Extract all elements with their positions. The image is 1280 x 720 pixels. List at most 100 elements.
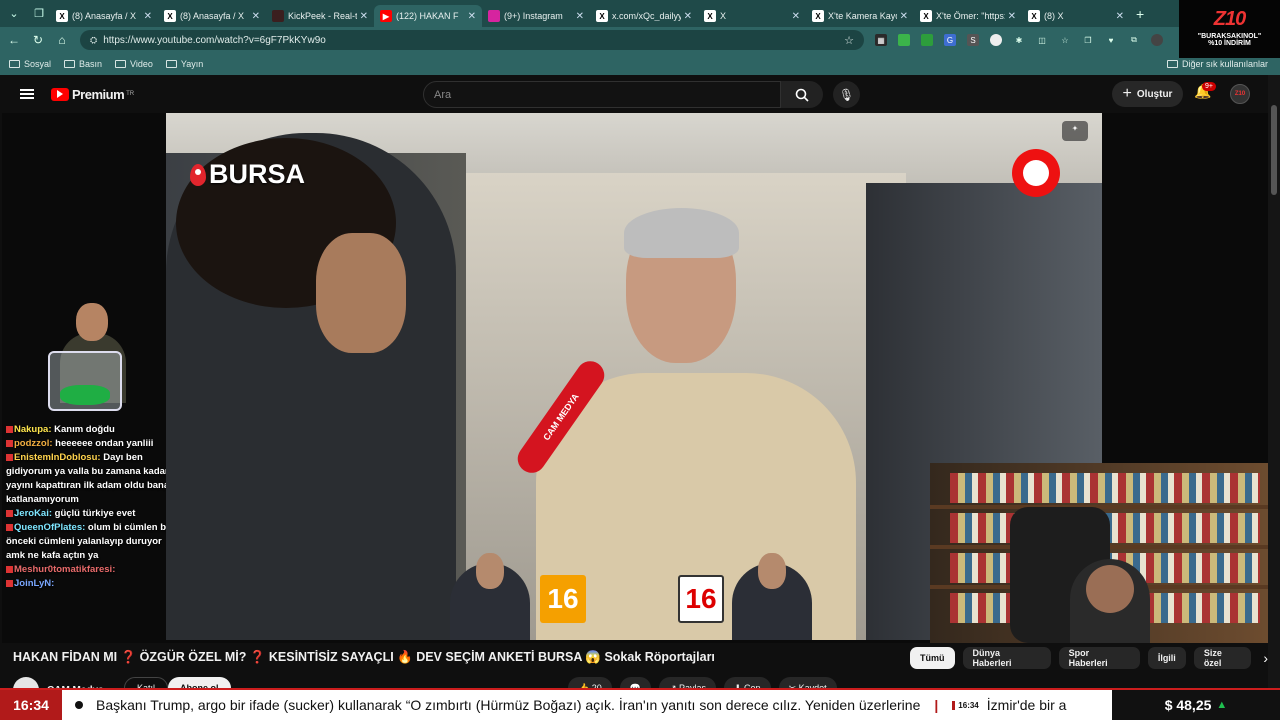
- vote-counter-left: 16: [540, 575, 586, 623]
- account-avatar[interactable]: Z10: [1230, 84, 1250, 104]
- url-field[interactable]: ⛭ https://www.youtube.com/watch?v=6gF7Pk…: [80, 30, 864, 50]
- folder-icon: [1166, 60, 1178, 68]
- ticker-text: Başkanı Trump, argo bir ifade (sucker) k…: [96, 697, 1112, 713]
- voice-search-button[interactable]: 🎙: [833, 81, 860, 108]
- extension-2-icon[interactable]: [898, 34, 910, 46]
- split-view-icon[interactable]: ◫: [1036, 34, 1048, 46]
- tab-title: (122) HAKAN F: [396, 11, 459, 21]
- browser-tab[interactable]: KickPeek - Real-tim✕: [266, 5, 374, 27]
- tab-title: KickPeek - Real-tim: [288, 11, 357, 21]
- browser-tab[interactable]: X X'te Ömer: "https://✕: [914, 5, 1022, 27]
- filter-chip[interactable]: Tümü: [910, 647, 955, 669]
- kickpeek-icon: [272, 10, 284, 22]
- close-tab-icon[interactable]: ✕: [252, 11, 260, 22]
- create-button[interactable]: + Oluştur: [1112, 81, 1183, 107]
- bookmark-folder-basin[interactable]: Basın: [64, 59, 102, 69]
- bookmark-label: Basın: [79, 59, 103, 69]
- region-code: TR: [126, 91, 135, 97]
- instagram-icon: [488, 10, 500, 22]
- location-label: BURSA: [190, 159, 305, 190]
- extension-4-icon[interactable]: G: [944, 34, 956, 46]
- page-scrollbar[interactable]: [1268, 75, 1280, 688]
- reload-icon[interactable]: ↻: [28, 33, 48, 47]
- filter-chip[interactable]: İlgili: [1147, 647, 1186, 669]
- close-tab-icon[interactable]: ✕: [792, 11, 800, 22]
- promo-code: "BURAKSAKINOL": [1197, 33, 1262, 40]
- hamburger-menu-icon[interactable]: [20, 87, 34, 101]
- chat-username: JoinLyN:: [14, 578, 55, 589]
- copilot-icon[interactable]: ♥: [1105, 34, 1117, 46]
- new-tab-button[interactable]: +: [1136, 6, 1144, 22]
- extensions-puzzle-icon[interactable]: ✱: [1013, 34, 1025, 46]
- chat-badge-icon: [6, 509, 13, 517]
- chat-badge-icon: [6, 523, 13, 531]
- x-logo-icon: X: [704, 10, 716, 22]
- favorites-icon[interactable]: ☆: [1059, 34, 1071, 46]
- address-bar-row: ← ↻ ⌂ ⛭ https://www.youtube.com/watch?v=…: [0, 27, 1280, 53]
- chat-username: QueenOfPlates:: [14, 522, 86, 533]
- close-tab-icon[interactable]: ✕: [144, 11, 152, 22]
- usd-price: $ 48,25: [1164, 697, 1212, 713]
- chat-text: Kanım doğdu: [54, 424, 115, 435]
- site-info-icon[interactable]: ⛭: [90, 35, 97, 46]
- extension-1-icon[interactable]: ▦: [875, 34, 887, 46]
- youtube-play-icon: [51, 87, 69, 101]
- chat-badge-icon: [6, 425, 13, 433]
- bookmark-label: Sosyal: [24, 59, 52, 69]
- back-icon[interactable]: ←: [4, 33, 24, 47]
- close-tab-icon[interactable]: ✕: [468, 11, 476, 22]
- close-tab-icon[interactable]: ✕: [360, 11, 368, 22]
- player-info-icon[interactable]: ✦: [1062, 121, 1088, 141]
- search-button[interactable]: [781, 81, 823, 108]
- bookmark-folder-video[interactable]: Video: [115, 59, 153, 69]
- sponsor-logo: Z10: [1213, 8, 1246, 30]
- browser-tab[interactable]: X X ✕: [698, 5, 806, 27]
- chat-username: podzzol:: [14, 438, 53, 449]
- browser-tab[interactable]: X (8) Anasayfa / X ✕: [50, 5, 158, 27]
- browser-tab[interactable]: X X'te Kamera Kaydı Ur✕: [806, 5, 914, 27]
- browser-tab[interactable]: Xx.com/xQc_dailyy/st✕: [590, 5, 698, 27]
- extension-6-icon[interactable]: [990, 34, 1002, 46]
- search-input[interactable]: Ara: [423, 81, 781, 108]
- favorite-star-icon[interactable]: ☆: [844, 34, 854, 47]
- x-logo-icon: X: [164, 10, 176, 22]
- filter-chip[interactable]: Size özel: [1193, 647, 1252, 669]
- close-tab-icon[interactable]: ✕: [1008, 11, 1016, 22]
- extension-3-icon[interactable]: [921, 34, 933, 46]
- tab-search-icon[interactable]: ⌄: [3, 3, 25, 25]
- ticker-stamp: 16:34: [952, 700, 979, 710]
- bookmark-folder-yayin[interactable]: Yayın: [165, 59, 203, 69]
- youtube-logo[interactable]: Premium TR: [51, 87, 134, 102]
- collections-icon[interactable]: ❐: [1082, 34, 1094, 46]
- screenshot-icon[interactable]: ⧉: [1128, 34, 1140, 46]
- browser-tab[interactable]: (9+) Instagram ✕: [482, 5, 590, 27]
- bookmark-folder-sosyal[interactable]: Sosyal: [9, 59, 51, 69]
- other-bookmarks-folder[interactable]: Diğer sık kullanılanlar: [1166, 59, 1268, 69]
- home-icon[interactable]: ⌂: [52, 33, 72, 47]
- chat-username: Nakupa:: [14, 424, 52, 435]
- browser-tab[interactable]: ▶ (122) HAKAN F ✕: [374, 5, 482, 27]
- filter-chip[interactable]: Spor Haberleri: [1058, 647, 1140, 669]
- currency-rate: $ 48,25 ▲: [1112, 690, 1280, 720]
- extension-5-icon[interactable]: S: [967, 34, 979, 46]
- create-label: Oluştur: [1136, 88, 1173, 100]
- video-title: HAKAN FİDAN MI ❓ ÖZGÜR ÖZEL Mİ? ❓ KESİNT…: [13, 650, 715, 664]
- chat-badge-icon: [6, 565, 13, 573]
- browser-tab[interactable]: X (8) X ✕: [1022, 5, 1130, 27]
- chat-message: JeroKai: güçlü türkiye evet: [6, 507, 170, 521]
- chat-text: güçlü türkiye evet: [54, 508, 136, 519]
- bookmarks-bar: Sosyal Basın Video Yayın Diğer sık kulla…: [0, 53, 1280, 75]
- microphone-icon: 🎙: [838, 87, 855, 102]
- filter-chip[interactable]: Dünya Haberleri: [962, 647, 1051, 669]
- close-tab-icon[interactable]: ✕: [576, 11, 584, 22]
- close-tab-icon[interactable]: ✕: [1116, 11, 1124, 22]
- url-text: https://www.youtube.com/watch?v=6gF7PkKY…: [103, 34, 326, 46]
- close-tab-icon[interactable]: ✕: [684, 11, 692, 22]
- tab-title: (9+) Instagram: [504, 11, 563, 21]
- tab-actions-icon[interactable]: ❐: [28, 3, 50, 25]
- profile-avatar-icon[interactable]: [1151, 34, 1163, 46]
- related-chips: Tümü Dünya Haberleri Spor Haberleri İlgili S…: [910, 647, 1268, 669]
- browser-tab[interactable]: X (8) Anasayfa / X ✕: [158, 5, 266, 27]
- news-ticker: 16:34 Başkanı Trump, argo bir ifade (suc…: [0, 688, 1280, 720]
- close-tab-icon[interactable]: ✕: [900, 11, 908, 22]
